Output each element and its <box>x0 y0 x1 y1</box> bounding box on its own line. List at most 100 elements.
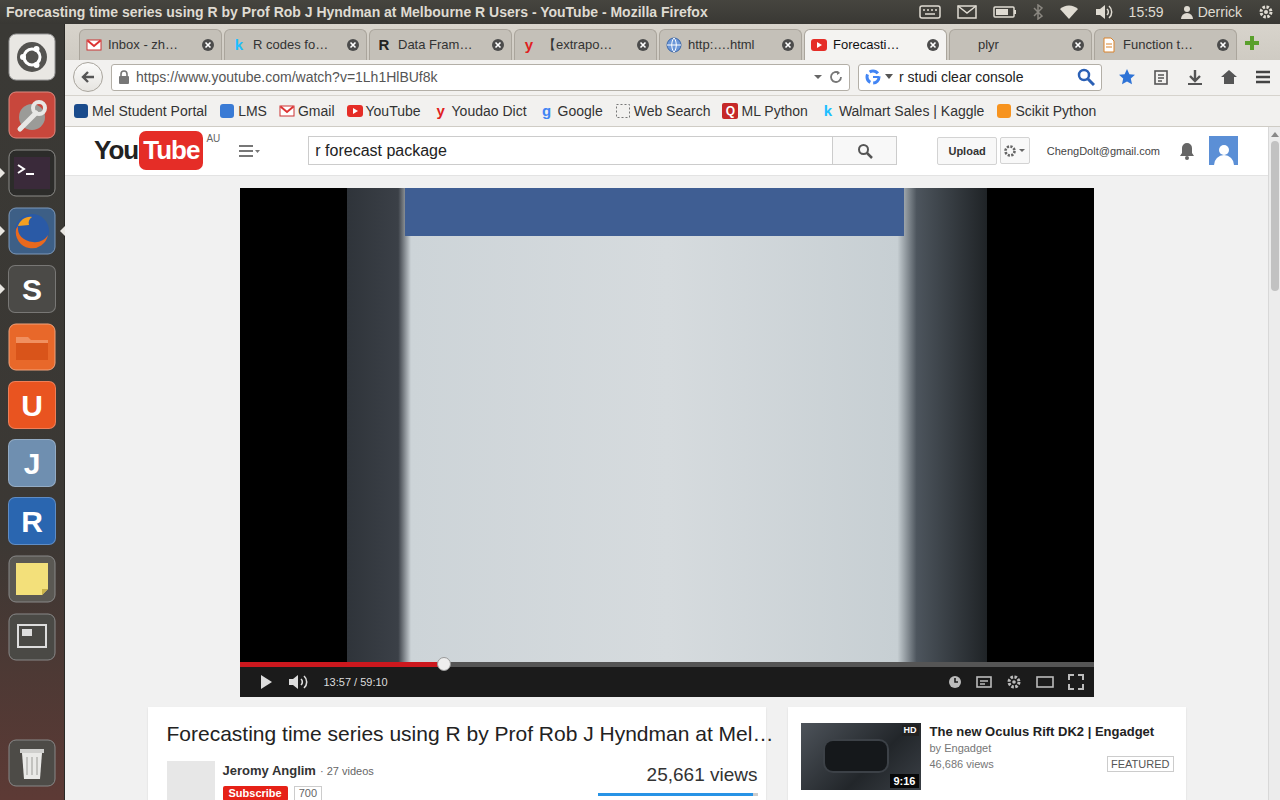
back-button[interactable] <box>73 62 103 92</box>
channel-video-count[interactable]: · 27 videos <box>320 763 374 780</box>
bookmark-star-icon[interactable] <box>1118 68 1136 86</box>
upload-button[interactable]: Upload <box>937 137 996 166</box>
channel-name[interactable]: Jeromy Anglim <box>223 761 316 781</box>
video-thumbnail[interactable]: HD9:16 <box>801 723 921 790</box>
fullscreen-icon[interactable] <box>1068 674 1084 690</box>
tab-label[interactable]: http:….html <box>688 35 775 55</box>
settings-icon[interactable] <box>8 91 56 139</box>
launcher-item[interactable]: U <box>0 376 65 434</box>
home-icon[interactable] <box>1220 68 1238 86</box>
tab-label[interactable]: 【extrapo… <box>543 35 630 55</box>
close-icon[interactable] <box>346 38 360 52</box>
close-icon[interactable] <box>636 38 650 52</box>
browser-tab[interactable]: http:….html <box>659 29 802 60</box>
new-tab-button[interactable] <box>1243 34 1261 52</box>
download-icon[interactable] <box>1186 68 1204 86</box>
launcher-item[interactable] <box>0 86 65 144</box>
bookmark[interactable]: YouTube <box>347 101 421 122</box>
close-icon[interactable] <box>491 38 505 52</box>
clock[interactable]: 15:59 <box>1129 2 1164 23</box>
account-email[interactable]: ChengDolt@gmail.com <box>1047 143 1160 160</box>
suggestion-title[interactable]: The new Oculus Rift DK2 | Engadget <box>930 723 1174 740</box>
bookmark[interactable]: gGoogle <box>539 101 603 122</box>
address-bar[interactable]: https://www.youtube.com/watch?v=1Lh1HlBU… <box>111 64 850 91</box>
bookmark-label[interactable]: Google <box>558 101 603 122</box>
battery-icon[interactable] <box>993 6 1017 18</box>
firefox-icon[interactable] <box>8 207 56 255</box>
browser-tab[interactable]: plyr <box>949 29 1092 60</box>
suggestion-channel[interactable]: by Engadget <box>930 740 1174 756</box>
gear-icon[interactable] <box>1006 674 1022 690</box>
close-icon[interactable] <box>201 38 215 52</box>
search-button[interactable] <box>832 136 897 165</box>
close-icon[interactable] <box>1216 38 1230 52</box>
engine-picker[interactable] <box>865 69 893 85</box>
tab-label[interactable]: Function t… <box>1123 35 1210 55</box>
browser-tab[interactable]: RData Fram… <box>369 29 512 60</box>
browser-tab[interactable]: y【extrapo… <box>514 29 657 60</box>
close-icon[interactable] <box>926 38 940 52</box>
launcher-item[interactable] <box>0 608 65 666</box>
channel-avatar[interactable] <box>167 761 215 800</box>
launcher-item[interactable] <box>0 144 65 202</box>
bookmark-label[interactable]: Gmail <box>298 101 335 122</box>
browser-tab[interactable]: kR codes fo… <box>224 29 367 60</box>
browser-tab[interactable]: Inbox - zh… <box>79 29 222 60</box>
bookmark-label[interactable]: YouTube <box>366 101 421 122</box>
progress-track[interactable] <box>240 662 1094 667</box>
notes-icon[interactable] <box>8 555 56 603</box>
close-icon[interactable] <box>781 38 795 52</box>
guide-menu-icon[interactable] <box>238 144 260 158</box>
bookmark[interactable]: QML Python <box>722 101 807 122</box>
bookmark-label[interactable]: Walmart Sales | Kaggle <box>839 101 985 122</box>
bookmark[interactable]: Web Search <box>615 101 711 122</box>
scrollbar[interactable] <box>1268 127 1280 800</box>
launcher-item[interactable]: S <box>0 260 65 318</box>
workspace-icon[interactable] <box>8 613 56 661</box>
url-text[interactable]: https://www.youtube.com/watch?v=1Lh1HlBU… <box>136 67 807 88</box>
magnifier-icon[interactable] <box>1077 68 1095 86</box>
reload-icon[interactable] <box>829 70 843 84</box>
search-text[interactable]: r studi clear console <box>899 67 1071 88</box>
bell-icon[interactable] <box>1178 141 1196 161</box>
account-avatar[interactable] <box>1209 136 1238 165</box>
captions-icon[interactable] <box>976 676 992 688</box>
video-frame[interactable] <box>240 188 1094 662</box>
watch-later-icon[interactable] <box>948 675 962 689</box>
wifi-icon[interactable] <box>1059 4 1079 20</box>
suggested-video[interactable]: HD9:16 The new Oculus Rift DK2 | Engadget… <box>788 707 1186 800</box>
bookmark-label[interactable]: Youdao Dict <box>452 101 527 122</box>
dash-icon[interactable] <box>8 33 56 81</box>
plus-icon[interactable] <box>1243 34 1261 52</box>
app-icon[interactable]: S <box>8 265 56 313</box>
gear-icon[interactable] <box>1258 4 1274 20</box>
bookmark-label[interactable]: ML Python <box>741 101 807 122</box>
volume-icon[interactable] <box>1095 4 1113 20</box>
launcher-item[interactable] <box>0 550 65 608</box>
bookmark-label[interactable]: Web Search <box>634 101 711 122</box>
bookmark-label[interactable]: LMS <box>238 101 267 122</box>
app-icon[interactable]: U <box>8 381 56 429</box>
files-icon[interactable] <box>8 323 56 371</box>
tab-label[interactable]: plyr <box>978 35 1065 55</box>
launcher-item[interactable] <box>0 202 65 260</box>
subscribe-button[interactable]: Subscribe <box>223 786 288 800</box>
theater-mode-icon[interactable] <box>1036 676 1054 688</box>
progress-handle[interactable] <box>437 657 451 671</box>
search-bar[interactable]: r studi clear console <box>858 64 1102 91</box>
bookmark-label[interactable]: Mel Student Portal <box>92 101 207 122</box>
bookmark[interactable]: Scikit Python <box>996 101 1096 122</box>
settings-button[interactable] <box>1000 137 1030 164</box>
bookmark[interactable]: Gmail <box>279 101 335 122</box>
scroll-thumb[interactable] <box>1271 141 1279 291</box>
launcher-item[interactable] <box>0 318 65 376</box>
app-icon[interactable]: R <box>8 497 56 545</box>
bookmarks-list-icon[interactable] <box>1152 68 1170 86</box>
dropdown-arrow-icon[interactable] <box>813 73 823 81</box>
bookmark[interactable]: Mel Student Portal <box>73 101 207 122</box>
scroll-up-button[interactable] <box>1269 127 1280 137</box>
terminal-icon[interactable] <box>8 149 56 197</box>
browser-tab[interactable]: Function t… <box>1094 29 1237 60</box>
launcher-item[interactable]: R <box>0 492 65 550</box>
menu-icon[interactable] <box>1254 68 1272 86</box>
